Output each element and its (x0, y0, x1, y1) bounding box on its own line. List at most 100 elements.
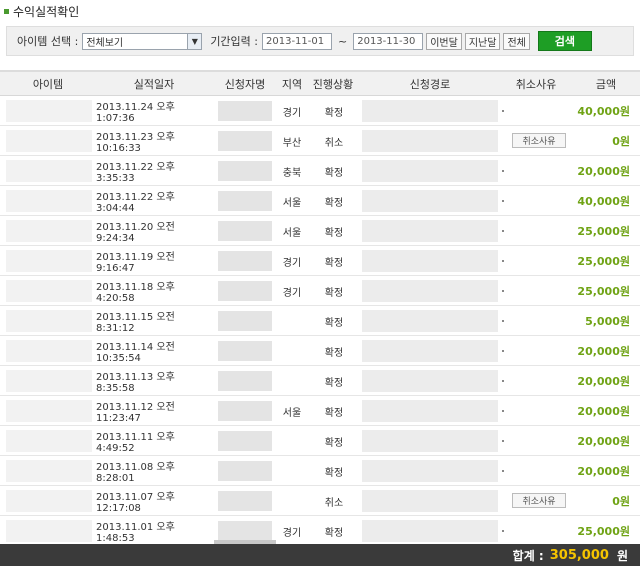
search-button[interactable]: 검색 (537, 31, 592, 51)
table-row: 2013.11.01 오후 1:48:53 경기 확정 25,000원 (0, 516, 640, 546)
cancel-reason-button[interactable]: 취소사유 (512, 133, 566, 148)
row-region: 서울 (282, 197, 302, 209)
empty-marker (502, 200, 504, 202)
row-amount: 20,000원 (577, 375, 630, 388)
masked-content (362, 190, 498, 212)
empty-marker (502, 170, 504, 172)
table-row: 2013.11.07 오후 12:17:08 취소 0원 취소사유 (0, 486, 640, 516)
row-region: 부산 (282, 137, 302, 149)
table-row: 2013.11.20 오전 9:24:34 서울 확정 25,000원 (0, 216, 640, 246)
empty-marker (502, 380, 504, 382)
row-status: 확정 (324, 527, 344, 539)
masked-content (218, 371, 272, 391)
row-status: 확정 (324, 407, 344, 419)
masked-content (218, 281, 272, 301)
empty-marker (502, 260, 504, 262)
this-month-button[interactable]: 이번달 (426, 32, 462, 50)
masked-content (6, 370, 92, 392)
row-amount: 25,000원 (577, 285, 630, 298)
table-row: 2013.11.22 오후 3:35:33 충북 확정 20,000원 (0, 156, 640, 186)
row-status: 확정 (324, 287, 344, 299)
row-status: 확정 (324, 197, 344, 209)
table-row: 2013.11.13 오후 8:35:58 확정 20,000원 (0, 366, 640, 396)
column-header-date: 실적일자 (133, 78, 175, 91)
masked-content (362, 460, 498, 482)
date-from-input[interactable]: 2013-11-01 (262, 32, 332, 50)
table-row: 2013.11.22 오후 3:04:44 서울 확정 40,000원 (0, 186, 640, 216)
row-region: 경기 (282, 527, 302, 539)
masked-content (362, 100, 498, 122)
row-region: 경기 (282, 287, 302, 299)
masked-content (218, 491, 272, 511)
row-date: 2013.11.24 오후 1:07:36 (96, 102, 175, 124)
column-header-item: 아이템 (32, 78, 64, 91)
column-header-cancel-reason: 취소사유 (515, 78, 557, 91)
masked-content (218, 101, 272, 121)
masked-content (218, 251, 272, 271)
cancel-reason-button[interactable]: 취소사유 (512, 493, 566, 508)
item-select-value: 전체보기 (86, 37, 124, 49)
masked-content (362, 160, 498, 182)
row-amount: 20,000원 (577, 435, 630, 448)
masked-content (362, 520, 498, 542)
row-status: 취소 (324, 497, 344, 509)
masked-content (6, 280, 92, 302)
masked-content (362, 280, 498, 302)
table-row: 2013.11.19 오전 9:16:47 경기 확정 25,000원 (0, 246, 640, 276)
masked-content (362, 490, 498, 512)
row-amount: 25,000원 (577, 255, 630, 268)
date-to-input[interactable]: 2013-11-30 (353, 32, 424, 50)
row-status: 확정 (324, 437, 344, 449)
date-separator: ~ (338, 34, 348, 48)
masked-content (218, 191, 272, 211)
row-amount: 20,000원 (577, 405, 630, 418)
row-date: 2013.11.07 오후 12:17:08 (96, 492, 175, 514)
column-header-route: 신청경로 (409, 78, 451, 91)
empty-marker (502, 470, 504, 472)
row-status: 확정 (324, 467, 344, 479)
item-select-label: 아이템 선택 : (17, 35, 79, 48)
row-status: 확정 (324, 317, 344, 329)
masked-content (218, 221, 272, 241)
row-status: 확정 (324, 107, 344, 119)
item-select[interactable]: 전체보기 ▼ (82, 32, 203, 50)
bullet-icon (4, 8, 9, 14)
row-date: 2013.11.13 오후 8:35:58 (96, 372, 175, 394)
row-region (278, 306, 306, 336)
masked-content (6, 400, 92, 422)
all-period-button[interactable]: 전체 (503, 32, 530, 50)
empty-marker (502, 320, 504, 322)
row-date: 2013.11.22 오후 3:04:44 (96, 192, 175, 214)
period-label: 기간입력 : (210, 35, 258, 48)
row-amount: 20,000원 (577, 345, 630, 358)
table-row: 2013.11.14 오전 10:35:54 확정 20,000원 (0, 336, 640, 366)
last-month-button[interactable]: 지난달 (464, 32, 501, 50)
row-date: 2013.11.22 오후 3:35:33 (96, 162, 175, 184)
row-date: 2013.11.01 오후 1:48:53 (96, 522, 175, 544)
masked-content (218, 521, 272, 541)
column-header-amount: 금액 (595, 78, 617, 91)
chevron-down-icon[interactable]: ▼ (187, 33, 202, 49)
row-region: 서울 (282, 407, 302, 419)
row-amount: 40,000원 (577, 195, 630, 208)
masked-content (6, 250, 92, 272)
empty-marker (502, 440, 504, 442)
column-header-applicant: 신청자명 (224, 78, 266, 91)
masked-content (362, 370, 498, 392)
masked-content (6, 520, 92, 542)
column-header-region: 지역 (281, 78, 303, 91)
row-status: 확정 (324, 227, 344, 239)
row-amount: 5,000원 (585, 315, 630, 328)
table-header: 아이템 실적일자 신청자명 지역 진행상황 신청경로 취소사유 금액 (0, 70, 640, 96)
masked-content (6, 430, 92, 452)
row-amount: 20,000원 (577, 165, 630, 178)
total-unit: 원 (616, 548, 628, 563)
empty-marker (502, 350, 504, 352)
masked-content (362, 340, 498, 362)
masked-content (6, 310, 92, 332)
row-date: 2013.11.11 오후 4:49:52 (96, 432, 175, 454)
row-region: 서울 (282, 227, 302, 239)
total-label: 합계 : (512, 548, 544, 563)
row-amount: 40,000원 (577, 105, 630, 118)
masked-content (218, 131, 272, 151)
